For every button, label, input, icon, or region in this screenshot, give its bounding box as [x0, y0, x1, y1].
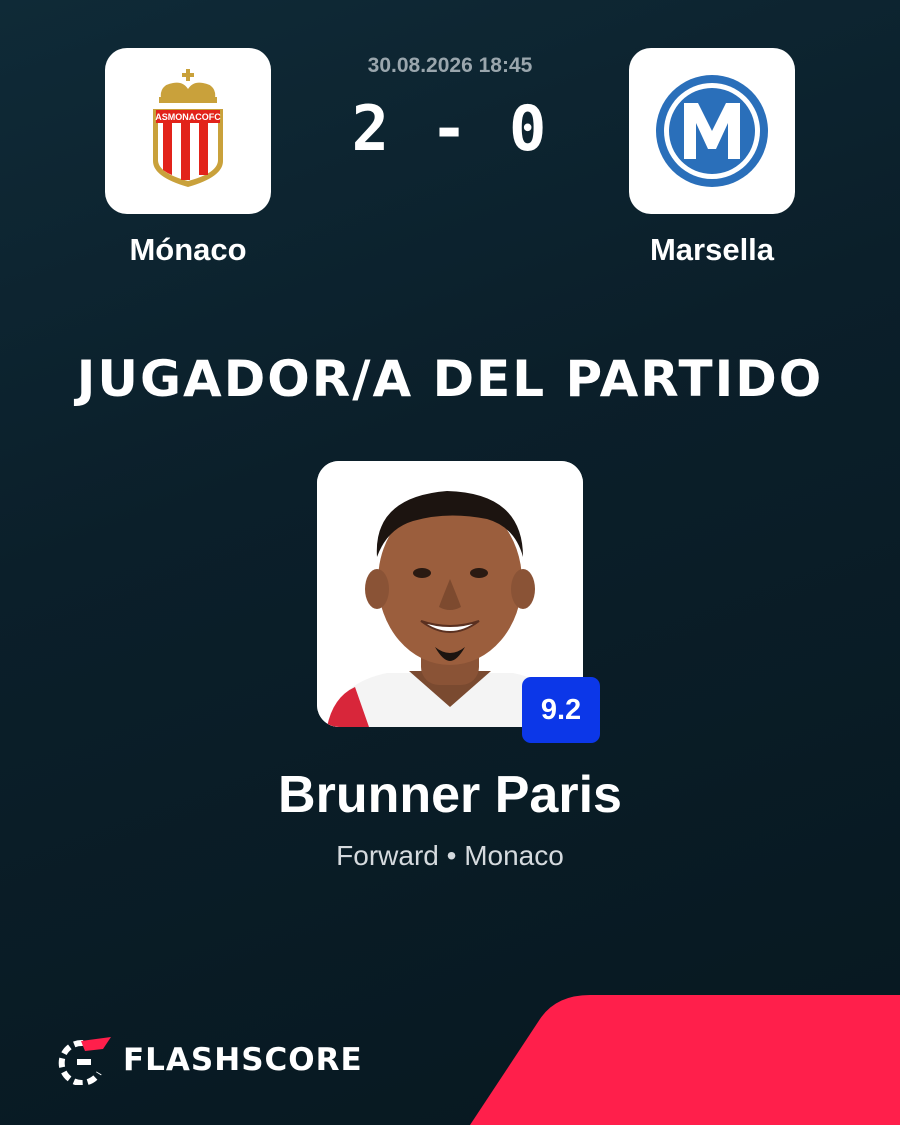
flashscore-logo-icon	[58, 1037, 111, 1085]
home-team-logo: ASMONACOFC	[105, 48, 271, 214]
player-position-team: Forward • Monaco	[336, 840, 564, 871]
away-team-logo: M	[629, 48, 795, 214]
olympique-marseille-crest-icon: M	[656, 75, 768, 187]
brand-logo: FLASHSCORE	[55, 1035, 363, 1085]
as-monaco-crest-icon: ASMONACOFC	[153, 69, 223, 187]
home-team-name: Mónaco	[129, 232, 247, 267]
crest-text: ASMONACOFC	[155, 112, 221, 122]
player-name: Brunner Paris	[278, 766, 622, 824]
decorative-corner-shape	[470, 995, 900, 1125]
match-datetime: 30.08.2026 18:45	[367, 54, 533, 77]
section-title: JUGADOR/A DEL PARTIDO	[76, 350, 824, 408]
away-team-name: Marsella	[649, 232, 775, 267]
brand-name: FLASHSCORE	[123, 1042, 363, 1078]
match-score: 2 - 0	[351, 92, 549, 165]
player-rating-badge: 9.2	[522, 677, 600, 743]
